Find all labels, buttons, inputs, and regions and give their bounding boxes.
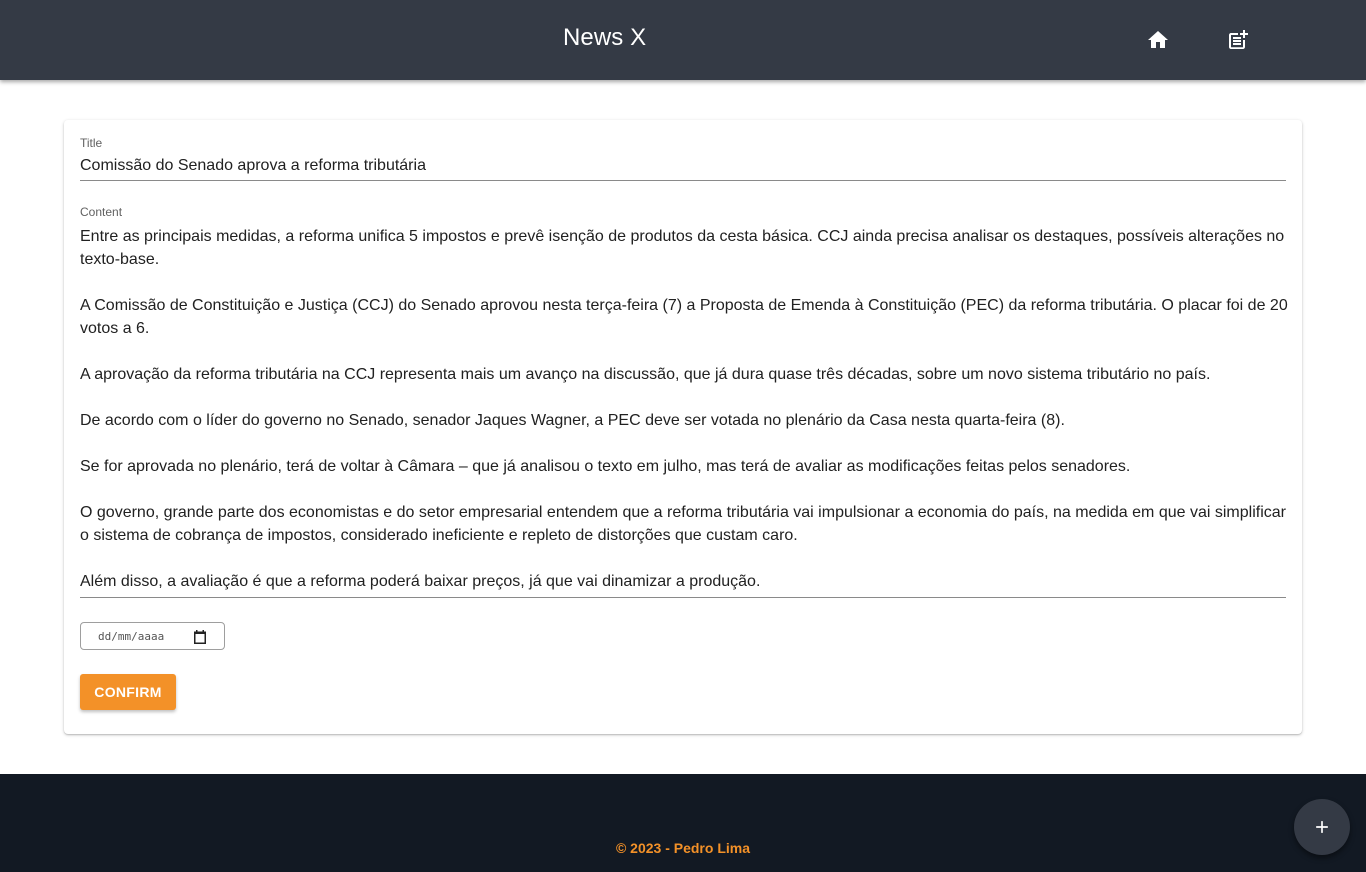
content-label: Content: [80, 205, 123, 219]
content-paragraph: Além disso, a avaliação é que a reforma …: [80, 573, 761, 590]
copyright-text: © 2023 - Pedro Lima: [615, 840, 751, 856]
content-paragraph: Entre as principais medidas, a reforma u…: [80, 228, 1285, 268]
content-paragraph: De acordo com o líder do governo no Sena…: [80, 412, 1065, 429]
content-underline: [80, 597, 1286, 598]
title-label: Title: [80, 136, 103, 150]
content-paragraph: A Comissão de Constituição e Justiça (CC…: [80, 297, 1288, 337]
app-title: News X: [563, 24, 647, 51]
confirm-button[interactable]: CONFIRM: [80, 674, 176, 710]
content-paragraph: A aprovação da reforma tributária na CCJ…: [80, 366, 1211, 383]
date-input[interactable]: dd/mm/aaaa: [80, 622, 225, 650]
add-icon: [1316, 821, 1328, 833]
content-paragraph: Se for aprovada no plenário, terá de vol…: [80, 458, 1131, 475]
add-fab-button[interactable]: [1294, 799, 1350, 855]
post-add-icon[interactable]: [1226, 28, 1250, 52]
app-header: News X: [0, 0, 1366, 80]
home-icon[interactable]: [1146, 28, 1170, 52]
calendar-icon[interactable]: [193, 630, 207, 644]
content-paragraph: O governo, grande parte dos economistas …: [80, 504, 1286, 544]
date-placeholder: dd/mm/aaaa: [98, 630, 165, 643]
footer: © 2023 - Pedro Lima: [0, 774, 1366, 872]
title-underline: [80, 180, 1286, 181]
title-input[interactable]: Comissão do Senado aprova a reforma trib…: [80, 156, 1286, 176]
content-textarea[interactable]: Entre as principais medidas, a reforma u…: [80, 225, 1290, 593]
news-form-card: Title Comissão do Senado aprova a reform…: [64, 120, 1302, 734]
